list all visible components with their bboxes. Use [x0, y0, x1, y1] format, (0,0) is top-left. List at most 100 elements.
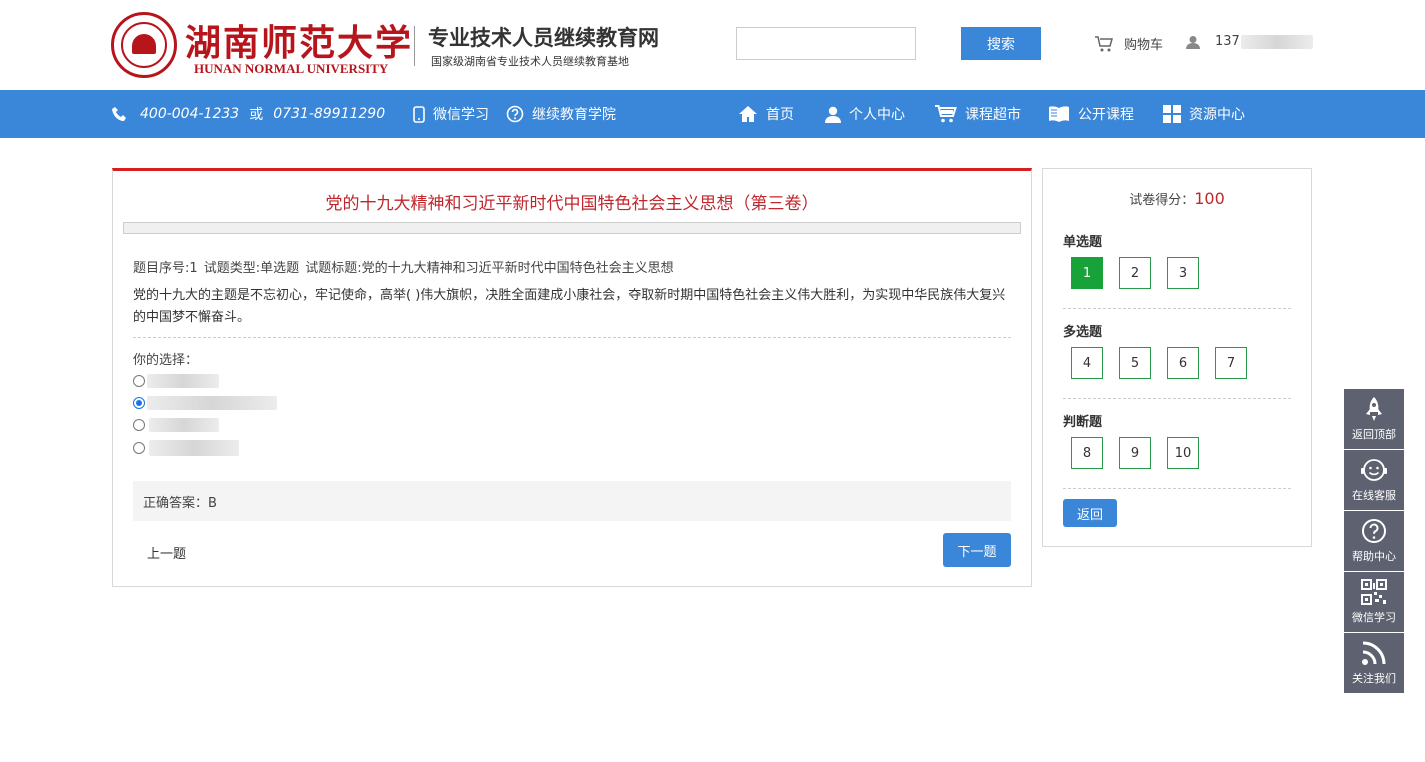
site-header: 湖南师范大学 HUNAN NORMAL UNIVERSITY 专业技术人员继续教… [0, 0, 1425, 90]
user-account[interactable]: 137 [1186, 34, 1313, 49]
question-button[interactable]: 10 [1167, 437, 1199, 469]
divider [1063, 308, 1291, 309]
logo-divider [414, 26, 415, 66]
rss-icon [1362, 641, 1386, 665]
question-circle-icon [506, 105, 524, 123]
nav-wechat-learning[interactable]: 微信学习 [413, 90, 489, 138]
nav-resources-label: 资源中心 [1189, 107, 1245, 123]
book-icon [1049, 106, 1069, 122]
nav-college[interactable]: 继续教育学院 [506, 90, 616, 138]
hotline: 400-004-1233 或 0731-89911290 [112, 90, 385, 138]
back-to-top-label: 返回顶部 [1352, 428, 1396, 441]
option-a[interactable] [133, 374, 219, 388]
option-b-text [147, 396, 277, 410]
option-b-radio[interactable] [133, 397, 145, 409]
multi-choice-title: 多选题 [1063, 325, 1103, 340]
user-phone-masked [1240, 34, 1313, 49]
main-nav: 400-004-1233 或 0731-89911290 微信学习 继续教育学院… [0, 90, 1425, 138]
back-to-top-button[interactable]: 返回顶部 [1344, 389, 1404, 449]
search-input[interactable] [736, 27, 916, 60]
question-button[interactable]: 6 [1167, 347, 1199, 379]
score-value: 100 [1194, 189, 1225, 208]
exam-score: 试卷得分：100 [1043, 189, 1311, 208]
question-panel: 党的十九大精神和习近平新时代中国特色社会主义思想（第三卷） 题目序号:1 试题类… [112, 168, 1032, 587]
phone-icon [112, 107, 126, 121]
nav-public-courses[interactable]: 公开课程 [1048, 90, 1134, 138]
nav-wechat-label: 微信学习 [433, 107, 489, 123]
nav-personal-label: 个人中心 [849, 107, 905, 123]
headset-icon [1361, 459, 1387, 481]
answer-sheet: 试卷得分：100 单选题 1 2 3 多选题 4 5 6 7 判断题 8 9 1… [1042, 168, 1312, 547]
question-button[interactable]: 1 [1071, 257, 1103, 289]
prev-question-button[interactable]: 上一题 [147, 543, 186, 562]
help-center-label: 帮助中心 [1352, 550, 1396, 563]
university-name-en: HUNAN NORMAL UNIVERSITY [194, 61, 389, 76]
nav-college-label: 继续教育学院 [532, 107, 616, 123]
option-a-text [147, 374, 219, 388]
next-question-button[interactable]: 下一题 [943, 533, 1011, 567]
correct-answer: 正确答案：B [133, 481, 1011, 521]
nav-home-label: 首页 [766, 107, 794, 123]
help-center-button[interactable]: 帮助中心 [1344, 511, 1404, 571]
option-d-radio[interactable] [133, 442, 145, 454]
nav-market-label: 课程超市 [965, 107, 1021, 123]
user-icon [825, 106, 841, 123]
option-b[interactable] [133, 396, 277, 410]
university-name[interactable]: 湖南师范大学 [185, 14, 413, 66]
option-a-radio[interactable] [133, 375, 145, 387]
user-phone: 137 [1215, 34, 1240, 49]
wechat-learning-label: 微信学习 [1352, 611, 1396, 624]
online-service-label: 在线客服 [1352, 489, 1396, 502]
question-button[interactable]: 2 [1119, 257, 1151, 289]
hotline-phone-1: 400-004-1233 [140, 106, 240, 122]
floating-toolbar: 返回顶部 在线客服 帮助中心 微信学习 关注我们 [1344, 389, 1404, 694]
judge-title: 判断题 [1063, 415, 1103, 430]
question-button[interactable]: 7 [1215, 347, 1247, 379]
option-c-radio[interactable] [133, 419, 145, 431]
nav-personal-center[interactable]: 个人中心 [825, 90, 905, 138]
site-subtitle: 国家级湖南省专业技术人员继续教育基地 [431, 55, 629, 68]
option-c[interactable] [133, 418, 219, 432]
question-button[interactable]: 8 [1071, 437, 1103, 469]
option-d-text [149, 440, 239, 456]
divider [1063, 488, 1291, 489]
user-icon [1186, 35, 1200, 49]
follow-us-button[interactable]: 关注我们 [1344, 633, 1404, 693]
question-meta: 题目序号:1 试题类型:单选题 试题标题:党的十九大精神和习近平新时代中国特色社… [133, 261, 674, 276]
divider [133, 337, 1011, 338]
cart-link[interactable]: 购物车 [1094, 34, 1163, 53]
nav-home[interactable]: 首页 [738, 90, 794, 138]
your-choice-label: 你的选择： [133, 353, 199, 368]
question-button[interactable]: 9 [1119, 437, 1151, 469]
question-button[interactable]: 3 [1167, 257, 1199, 289]
nav-course-market[interactable]: 课程超市 [935, 90, 1021, 138]
help-circle-icon [1362, 519, 1386, 543]
single-choice-title: 单选题 [1063, 235, 1103, 250]
wechat-learning-button[interactable]: 微信学习 [1344, 572, 1404, 632]
grid-icon [1163, 105, 1181, 123]
question-button[interactable]: 5 [1119, 347, 1151, 379]
nav-public-label: 公开课程 [1078, 107, 1134, 123]
qr-code-icon [1361, 579, 1387, 605]
search-button[interactable]: 搜索 [961, 27, 1041, 60]
cart-label: 购物车 [1124, 38, 1164, 53]
question-button[interactable]: 4 [1071, 347, 1103, 379]
hotline-or: 或 [249, 107, 264, 123]
university-seal-logo[interactable] [111, 12, 177, 78]
mobile-icon [413, 105, 425, 123]
score-label: 试卷得分： [1129, 193, 1195, 208]
follow-us-label: 关注我们 [1352, 672, 1396, 685]
back-button[interactable]: 返回 [1063, 499, 1117, 527]
online-service-button[interactable]: 在线客服 [1344, 450, 1404, 510]
rocket-icon [1366, 397, 1382, 421]
question-text: 党的十九大的主题是不忘初心，牢记使命，高举( )伟大旗帜，决胜全面建成小康社会，… [133, 288, 1006, 325]
cart-icon [1095, 35, 1113, 51]
option-d[interactable] [133, 440, 239, 456]
shopping-cart-icon [935, 105, 957, 123]
divider [1063, 398, 1291, 399]
nav-resource-center[interactable]: 资源中心 [1163, 90, 1245, 138]
site-name: 专业技术人员继续教育网 [428, 25, 659, 50]
progress-bar [123, 222, 1021, 234]
option-c-text [149, 418, 219, 432]
exam-title: 党的十九大精神和习近平新时代中国特色社会主义思想（第三卷） [325, 194, 819, 214]
